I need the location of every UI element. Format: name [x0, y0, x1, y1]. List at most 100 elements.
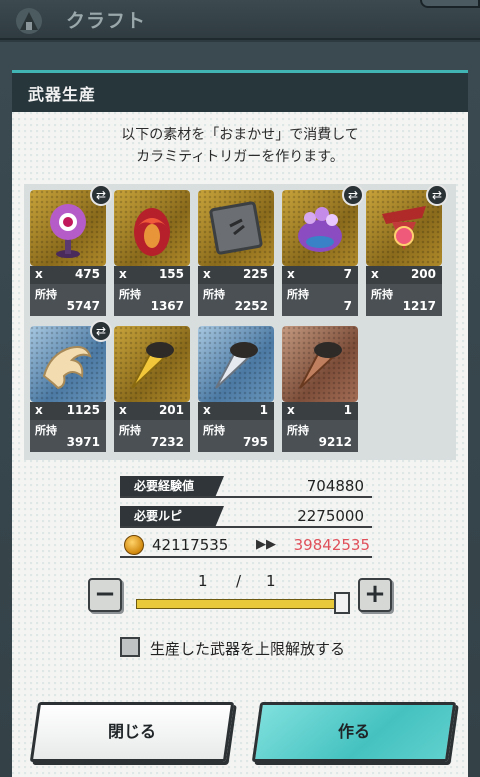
ruby-balance-row: 42117535 ▶▶ 39842535	[120, 534, 372, 558]
owned-count: 1217	[402, 299, 436, 313]
use-count: 201	[158, 403, 184, 417]
material-thumbnail[interactable]	[114, 190, 190, 266]
count-x: x	[371, 267, 379, 281]
owned-count: 795	[242, 435, 268, 449]
use-count-row: x 1125	[30, 402, 106, 420]
silver-blade-icon	[215, 342, 258, 389]
material-thumbnail[interactable]	[198, 190, 274, 266]
header-stripe	[12, 70, 468, 73]
material-item[interactable]: ⇄ x 475 所持 5747	[30, 184, 112, 316]
dialog-header: 武器生産	[12, 70, 468, 112]
material-item[interactable]: x 155 所持 1367	[114, 190, 190, 316]
decrease-button[interactable]: −	[88, 578, 122, 612]
home-icon[interactable]	[10, 4, 48, 36]
make-button[interactable]: 作る	[251, 702, 457, 762]
material-item[interactable]: x 225 所持 2252	[198, 190, 274, 316]
use-count-row: x 201	[114, 402, 190, 420]
dialog-body: 以下の素材を「おまかせ」で消費して カラミティトリガーを作ります。 ⇄ x 475 所…	[12, 112, 468, 777]
quantity-separator: /	[236, 572, 242, 590]
required-ruby-value: 2275000	[297, 507, 364, 525]
claw-horn-icon	[42, 346, 92, 390]
close-button-label: 閉じる	[107, 722, 156, 741]
count-x: x	[203, 403, 211, 417]
red-flame-egg-icon	[134, 208, 170, 256]
owned-row: 所持 7	[282, 284, 358, 316]
owned-row: 所持 2252	[198, 284, 274, 316]
owned-label: 所持	[287, 288, 309, 301]
metal-plate-icon	[209, 201, 263, 255]
material-item[interactable]: ⇄ x 7 所持 7	[282, 184, 364, 316]
owned-label: 所持	[35, 424, 57, 437]
use-count-row: x 225	[198, 266, 274, 284]
swap-icon[interactable]: ⇄	[90, 320, 112, 342]
owned-label: 所持	[119, 288, 141, 301]
use-count-row: x7	[282, 266, 358, 284]
use-count: 225	[242, 267, 268, 281]
material-thumbnail[interactable]	[198, 326, 274, 402]
required-exp-label: 必要経験値	[120, 476, 224, 496]
swap-icon[interactable]: ⇄	[90, 184, 112, 206]
count-x: x	[287, 403, 295, 417]
top-bar: クラフト	[0, 0, 480, 40]
count-x: x	[287, 267, 295, 281]
material-item[interactable]: x 1 所持 9212	[282, 326, 358, 452]
menu-tab[interactable]	[420, 0, 480, 8]
owned-label: 所持	[371, 288, 393, 301]
material-item[interactable]: ⇄ x 1125 所持 3971	[30, 320, 112, 452]
use-count-row: x 200	[366, 266, 442, 284]
owned-label: 所持	[203, 288, 225, 301]
material-item[interactable]: ⇄ x 200 所持 1217	[366, 184, 448, 316]
ruby-coin-icon	[124, 535, 144, 555]
required-exp-row: 必要経験値 704880	[120, 476, 372, 498]
material-thumbnail[interactable]	[114, 326, 190, 402]
quantity-current: 1	[198, 572, 208, 590]
material-item[interactable]: x 1 所持 795	[198, 326, 274, 452]
owned-row: 所持 7232	[114, 420, 190, 452]
material-item[interactable]: x 201 所持 7232	[114, 326, 190, 452]
required-ruby-label: 必要ルピ	[120, 506, 224, 526]
materials-panel: ⇄ x 475 所持 5747 x 155 所持 1367 x 225 所持 2252 ⇄ x 7 所持 7 ⇄ x 2…	[24, 184, 456, 460]
owned-label: 所持	[287, 424, 309, 437]
limit-break-checkbox[interactable]	[120, 637, 140, 657]
increase-button[interactable]: +	[358, 578, 392, 612]
required-exp-value: 704880	[306, 477, 364, 495]
use-count-row: x 475	[30, 266, 106, 284]
owned-count: 7232	[150, 435, 184, 449]
dialog-title: 武器生産	[28, 84, 97, 104]
make-button-label: 作る	[337, 722, 370, 741]
use-count: 200	[410, 267, 436, 281]
jewel-pot-icon	[298, 207, 342, 252]
gold-blade-icon	[131, 342, 174, 389]
owned-label: 所持	[203, 424, 225, 437]
ribbon-gem-icon	[382, 206, 426, 250]
count-x: x	[203, 267, 211, 281]
use-count: 7	[343, 267, 352, 281]
slider-handle[interactable]	[334, 592, 350, 614]
material-thumbnail[interactable]	[282, 326, 358, 402]
use-count-row: x1	[282, 402, 358, 420]
swap-icon[interactable]: ⇄	[426, 184, 448, 206]
owned-count: 9212	[318, 435, 352, 449]
count-x: x	[119, 403, 127, 417]
swap-icon[interactable]: ⇄	[342, 184, 364, 206]
ruby-after: 39842535	[293, 536, 370, 554]
weapon-craft-dialog: 武器生産 以下の素材を「おまかせ」で消費して カラミティトリガーを作ります。 ⇄…	[12, 70, 468, 777]
count-x: x	[35, 267, 43, 281]
owned-label: 所持	[35, 288, 57, 301]
close-button[interactable]: 閉じる	[29, 702, 235, 762]
limit-break-label: 生産した武器を上限解放する	[150, 640, 346, 658]
use-count: 155	[158, 267, 184, 281]
owned-row: 所持 3971	[30, 420, 106, 452]
owned-row: 所持 795	[198, 420, 274, 452]
count-x: x	[35, 403, 43, 417]
quantity-max: 1	[266, 572, 276, 590]
bronze-blade-icon	[299, 342, 342, 389]
quantity-slider[interactable]	[136, 599, 342, 609]
arrow-icon: ▶▶	[256, 537, 276, 552]
dialog-message: 以下の素材を「おまかせ」で消費して カラミティトリガーを作ります。	[12, 124, 468, 168]
purple-eye-orb-icon	[50, 204, 86, 258]
message-line-1: 以下の素材を「おまかせ」で消費して	[121, 127, 359, 143]
use-count: 1	[343, 403, 352, 417]
owned-count: 1367	[150, 299, 184, 313]
owned-count: 7	[343, 299, 352, 313]
